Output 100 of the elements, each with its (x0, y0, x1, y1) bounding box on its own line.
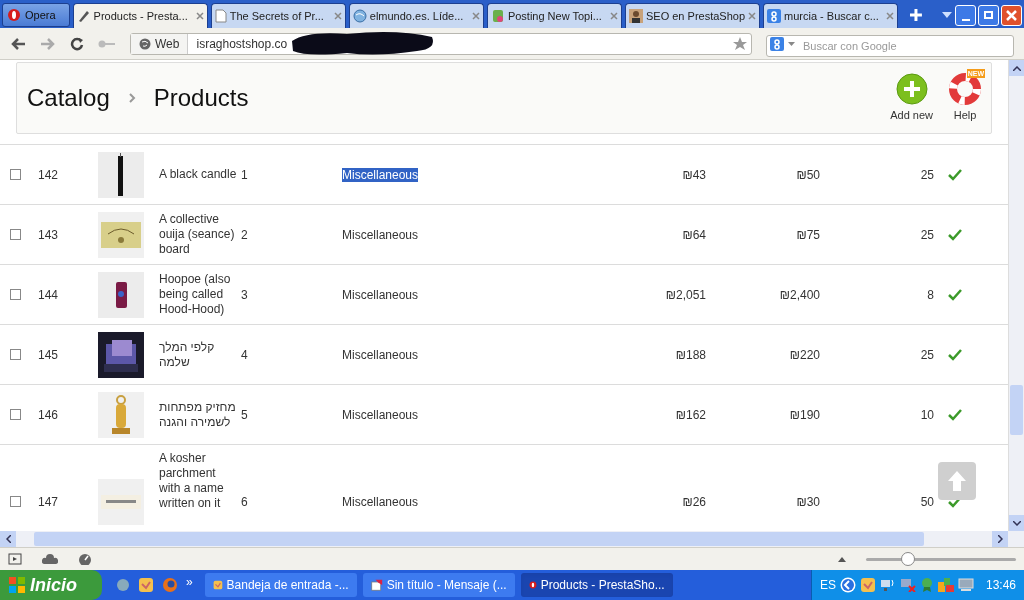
browser-tab[interactable]: murcia - Buscar c... (763, 3, 899, 28)
breadcrumb-item[interactable]: Catalog (27, 80, 110, 116)
search-field[interactable]: Buscar con Google (766, 34, 1014, 57)
table-cell: 145 (38, 347, 59, 362)
browser-tab[interactable]: SEO en PrestaShop (624, 3, 761, 28)
caret-up-icon[interactable] (838, 556, 846, 562)
browser-tab[interactable]: Posting New Topi... (486, 3, 622, 28)
tab-title: The Secrets of Pr... (229, 8, 325, 24)
table-cell: Miscellaneous (342, 167, 419, 182)
table-cell: 6 (241, 494, 248, 509)
check-icon[interactable] (948, 408, 962, 421)
button-label: Add new (890, 107, 933, 123)
tab-title: murcia - Buscar c... (784, 8, 880, 24)
row-checkbox[interactable] (9, 229, 21, 240)
globe-icon (139, 37, 151, 50)
table-cell: ₪43 (682, 167, 706, 182)
table-cell: 146 (38, 407, 59, 422)
table-cell: Miscellaneous (342, 347, 419, 362)
fox-icon[interactable] (162, 577, 178, 593)
table-cell: 25 (920, 167, 934, 182)
zoom-slider[interactable] (866, 552, 1016, 566)
check-icon[interactable] (948, 288, 962, 301)
web-badge[interactable]: Web (131, 33, 189, 54)
table-cell: ₪26 (682, 494, 706, 509)
panel-icon[interactable] (8, 553, 22, 565)
caret-down-icon[interactable] (942, 12, 952, 18)
table-cell: ₪190 (789, 407, 820, 422)
scroll-thumb[interactable] (1010, 385, 1023, 435)
slider-thumb[interactable] (901, 552, 915, 566)
row-checkbox[interactable] (9, 169, 21, 180)
close-icon[interactable] (471, 12, 480, 20)
globe-icon (352, 9, 367, 23)
back-icon[interactable] (10, 36, 26, 51)
plus-icon[interactable] (909, 8, 924, 22)
product-name: A black candle (159, 167, 238, 182)
row-checkbox[interactable] (9, 409, 21, 420)
network-error-icon[interactable] (899, 578, 916, 592)
network-icon[interactable] (879, 578, 896, 592)
check-icon[interactable] (948, 168, 962, 181)
cloud-icon[interactable] (42, 554, 58, 564)
speedometer-icon[interactable] (78, 553, 92, 565)
taskbar-button[interactable]: Products - PrestaSho... (520, 573, 673, 597)
table-cell: 3 (241, 287, 248, 302)
windows-logo-icon (8, 576, 26, 594)
browser-tab[interactable]: elmundo.es. Líde... (348, 3, 484, 28)
add-new-button[interactable]: Add new (890, 72, 933, 124)
taskbar-button[interactable]: Bandeja de entrada -... (204, 573, 357, 597)
row-checkbox[interactable] (9, 349, 21, 360)
close-icon[interactable] (195, 12, 204, 20)
reload-icon[interactable] (70, 36, 84, 51)
task-title: Bandeja de entrada -... (226, 577, 349, 594)
close-icon[interactable] (609, 12, 618, 20)
close-icon[interactable] (333, 12, 342, 20)
row-checkbox[interactable] (9, 496, 21, 507)
table-cell: Miscellaneous (342, 407, 419, 422)
star-icon[interactable] (733, 36, 747, 51)
forward-icon[interactable] (40, 36, 56, 51)
more-button[interactable]: » (186, 573, 193, 591)
browser-tab[interactable]: The Secrets of Pr... (210, 3, 346, 28)
arrow-up-icon (946, 469, 968, 493)
taskbar-button[interactable]: Sin título - Mensaje (... (362, 573, 515, 597)
google-icon (767, 9, 782, 23)
product-name: קלפי המלך שלמה (159, 339, 216, 370)
clock: 13:46 (985, 577, 1016, 594)
pen-icon (76, 9, 91, 23)
table-cell: 142 (38, 167, 59, 182)
address-field[interactable]: Web israghostshop.co (130, 32, 752, 55)
table-cell: ₪2,051 (665, 287, 706, 302)
task-title: Sin título - Mensaje (... (386, 577, 507, 594)
check-icon[interactable] (948, 348, 962, 361)
restore-button[interactable] (978, 4, 999, 26)
task-title: Products - PrestaSho... (540, 577, 665, 594)
product-name: Hoopoe (also being called Hood-Hood) (159, 272, 232, 317)
award-icon[interactable] (919, 577, 934, 593)
row-checkbox[interactable] (9, 289, 21, 300)
browser-tab[interactable]: Products - Presta... (72, 3, 208, 28)
product-name: A collective ouija (seance) board (159, 212, 236, 257)
monitor-icon[interactable] (957, 578, 974, 592)
table-cell: 10 (920, 407, 934, 422)
blocks-icon[interactable] (937, 578, 954, 592)
minimize-button[interactable] (955, 4, 976, 26)
page-icon (214, 9, 227, 23)
mail-icon (138, 577, 154, 593)
check-icon[interactable] (948, 228, 962, 241)
person-icon (628, 9, 643, 23)
start-button[interactable]: Inicio (0, 570, 102, 600)
horizontal-scrollbar[interactable] (0, 531, 1024, 547)
table-cell: 144 (38, 287, 59, 302)
opera-menu-button[interactable]: Opera (2, 3, 70, 27)
table-cell: 2 (241, 227, 248, 242)
chevron-left-icon[interactable] (839, 577, 856, 593)
globe-icon[interactable] (116, 578, 130, 592)
close-button[interactable] (1001, 4, 1022, 26)
close-icon[interactable] (748, 12, 757, 20)
product-name: מחזיק מפתחות לשמירה והגנה (159, 399, 237, 430)
caret-down-icon[interactable] (788, 41, 795, 46)
scroll-thumb[interactable] (34, 532, 924, 546)
tab-title: elmundo.es. Líde... (369, 8, 465, 24)
vertical-scrollbar[interactable] (1008, 60, 1024, 531)
close-icon[interactable] (886, 12, 895, 20)
